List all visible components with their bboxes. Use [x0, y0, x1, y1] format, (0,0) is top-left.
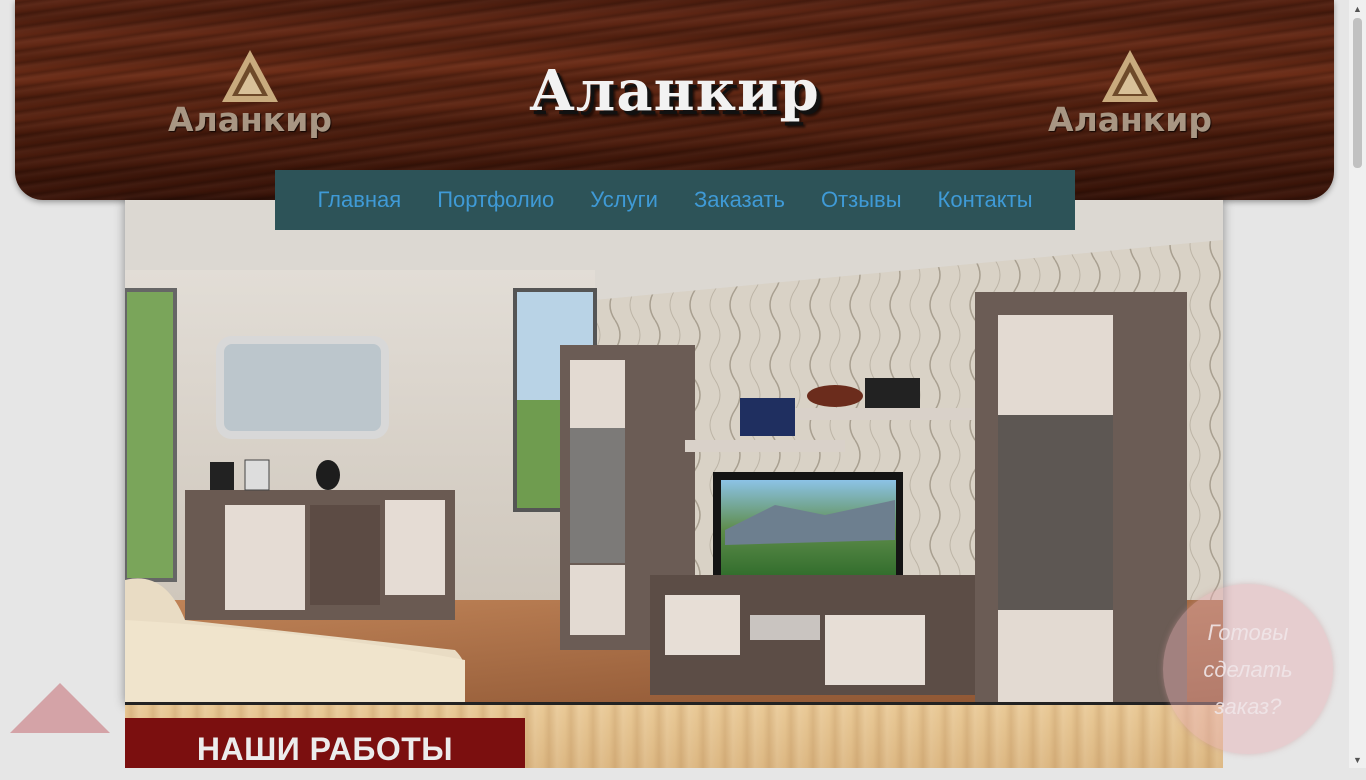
scrollbar-thumb[interactable]	[1353, 18, 1362, 168]
order-callout-button[interactable]: Готовы сделать заказ?	[1163, 584, 1333, 754]
living-room-photo	[125, 200, 1223, 702]
nav-link-portfolio[interactable]: Портфолио	[437, 187, 554, 213]
nav-link-home[interactable]: Главная	[317, 187, 401, 213]
nav-link-reviews[interactable]: Отзывы	[821, 187, 902, 213]
scroll-down-arrow-icon[interactable]: ▼	[1349, 751, 1366, 768]
logo-triangle-icon	[1102, 50, 1158, 102]
nav-link-contacts[interactable]: Контакты	[938, 187, 1033, 213]
scroll-to-top-button[interactable]	[10, 683, 110, 733]
main-nav: Главная Портфолио Услуги Заказать Отзывы…	[275, 170, 1075, 230]
hero-image	[125, 200, 1223, 705]
works-section-title: НАШИ РАБОТЫ	[125, 718, 525, 768]
vertical-scrollbar[interactable]: ▲ ▼	[1349, 0, 1366, 768]
logo-right[interactable]: Аланкир	[1040, 48, 1220, 148]
order-callout-text: Готовы сделать заказ?	[1203, 619, 1293, 719]
logo-text: Аланкир	[1048, 100, 1212, 139]
nav-link-order[interactable]: Заказать	[694, 187, 785, 213]
scroll-up-arrow-icon[interactable]: ▲	[1349, 0, 1366, 17]
nav-link-services[interactable]: Услуги	[590, 187, 658, 213]
